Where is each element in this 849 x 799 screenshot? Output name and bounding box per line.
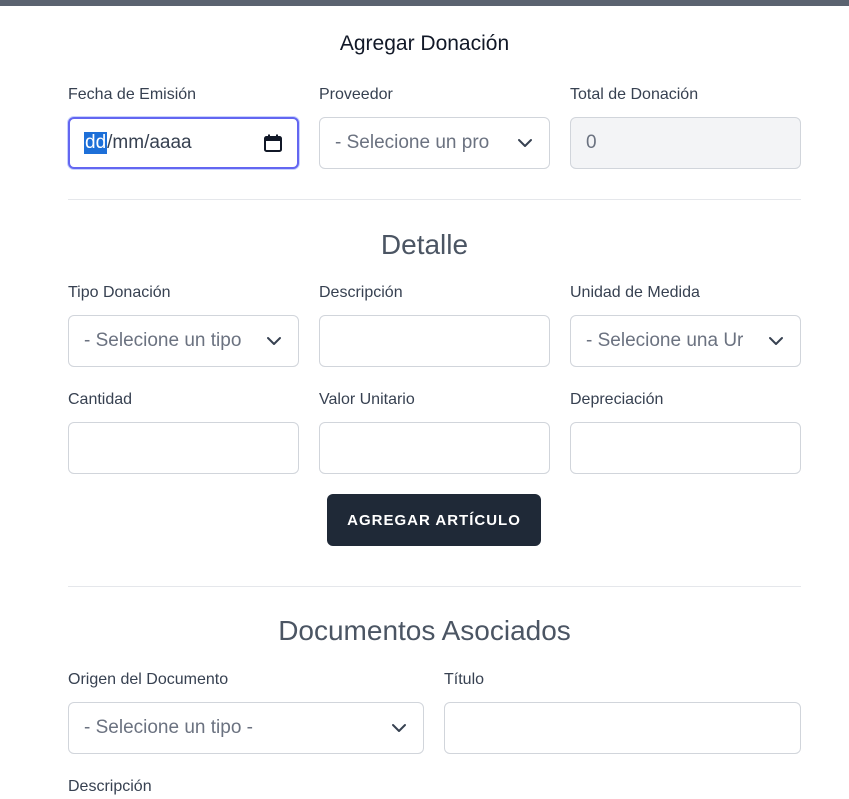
proveedor-value: - Selecione un pro <box>335 132 490 153</box>
descripcion-label: Descripción <box>319 284 403 301</box>
proveedor-label: Proveedor <box>319 86 393 103</box>
tipo-donacion-select[interactable]: - Selecione un tipo <box>68 315 299 367</box>
unidad-medida-label: Unidad de Medida <box>570 284 700 301</box>
fecha-emision-input[interactable]: dd /mm/aaaa <box>68 117 299 169</box>
fecha-emision-label: Fecha de Emisión <box>68 86 197 103</box>
descripcion-input[interactable] <box>319 315 550 367</box>
origen-documento-value: - Selecione un tipo - <box>84 717 253 738</box>
chevron-down-icon <box>392 724 406 732</box>
total-donacion-label: Total de Donación <box>570 86 699 103</box>
depreciacion-input[interactable] <box>570 422 801 474</box>
total-donacion-value: 0 <box>586 132 597 153</box>
agregar-articulo-button[interactable]: AGREGAR ARTÍCULO <box>327 494 541 546</box>
detalle-title: Detalle <box>380 229 469 260</box>
total-donacion-input: 0 <box>570 117 801 169</box>
page-title: Agregar Donación <box>339 32 510 55</box>
cantidad-input[interactable] <box>68 422 299 474</box>
origen-documento-label: Origen del Documento <box>68 671 229 688</box>
tipo-donacion-label: Tipo Donación <box>68 284 171 301</box>
date-day-segment: dd <box>84 132 108 154</box>
documento-descripcion-label: Descripción <box>68 778 152 795</box>
cantidad-label: Cantidad <box>68 391 133 408</box>
top-bar <box>0 0 849 6</box>
calendar-icon[interactable] <box>263 133 283 153</box>
divider <box>68 199 801 200</box>
valor-unitario-input[interactable] <box>319 422 550 474</box>
chevron-down-icon <box>267 337 281 345</box>
documentos-title: Documentos Asociados <box>278 615 571 646</box>
origen-documento-select[interactable]: - Selecione un tipo - <box>68 702 424 754</box>
unidad-medida-value: - Selecione una Ur <box>586 330 744 351</box>
chevron-down-icon <box>518 139 532 147</box>
depreciacion-label: Depreciación <box>570 391 664 408</box>
unidad-medida-select[interactable]: - Selecione una Ur <box>570 315 801 367</box>
valor-unitario-label: Valor Unitario <box>319 391 415 408</box>
chevron-down-icon <box>769 337 783 345</box>
proveedor-select[interactable]: - Selecione un pro <box>319 117 550 169</box>
tipo-donacion-value: - Selecione un tipo <box>84 330 242 351</box>
date-rest-segment: /mm/aaaa <box>107 132 192 153</box>
titulo-input[interactable] <box>444 702 801 754</box>
divider <box>68 586 801 587</box>
titulo-label: Título <box>444 671 485 688</box>
